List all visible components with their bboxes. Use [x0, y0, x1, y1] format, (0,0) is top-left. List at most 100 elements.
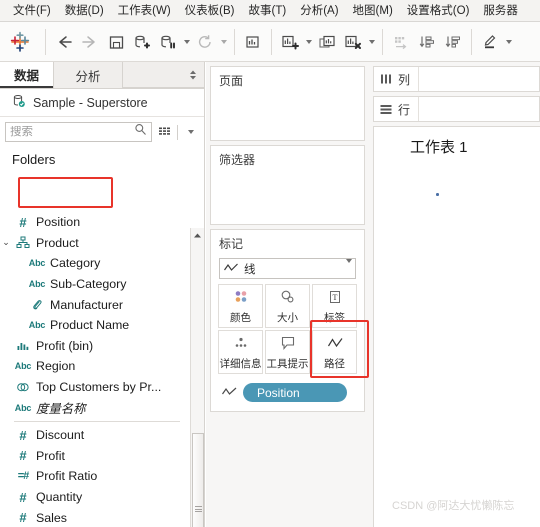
- tab-analytics[interactable]: 分析: [53, 62, 124, 88]
- line-mark-icon: [221, 384, 238, 402]
- columns-shelf[interactable]: 列: [373, 66, 540, 92]
- menu-item-map[interactable]: 地图(M): [346, 2, 400, 20]
- rows-shelf-label: 行: [398, 102, 411, 117]
- marks-button-size[interactable]: 大小: [265, 284, 310, 328]
- field-label: Region: [36, 359, 76, 374]
- marks-button-tooltip[interactable]: 工具提示: [265, 330, 310, 374]
- columns-drop-target[interactable]: [418, 67, 539, 91]
- field-item-product[interactable]: ⌄ Product: [0, 233, 190, 254]
- filters-card-title: 筛选器: [219, 153, 256, 167]
- pane-collapse-icon[interactable]: [182, 62, 204, 88]
- menu-item-file[interactable]: 文件(F): [6, 2, 58, 20]
- new-worksheet-caret-icon[interactable]: [303, 28, 314, 56]
- menu-item-analysis[interactable]: 分析(A): [293, 2, 345, 20]
- folders-label: Folders: [12, 152, 56, 167]
- bin-field-icon: [12, 340, 34, 351]
- filters-card[interactable]: 筛选器: [210, 145, 365, 225]
- worksheet-title: 工作表 1: [410, 139, 468, 156]
- field-item-profit[interactable]: # Profit: [0, 446, 190, 467]
- chevron-down-icon[interactable]: [182, 123, 199, 141]
- toolbar-divider-2: [234, 28, 235, 55]
- marks-type-label: 线: [244, 263, 256, 276]
- toolbar: [0, 22, 540, 62]
- save-icon[interactable]: [103, 28, 129, 56]
- marks-button-label[interactable]: T 标签: [312, 284, 357, 328]
- field-item-discount[interactable]: # Discount: [0, 425, 190, 446]
- tableau-logo-icon[interactable]: [0, 31, 40, 53]
- field-label: Manufacturer: [50, 297, 124, 312]
- field-list: # Position ⌄ Product Abc Category Abc Su…: [0, 212, 190, 527]
- field-item-top-customers[interactable]: Top Customers by Pr...: [0, 377, 190, 398]
- refresh-icon[interactable]: [192, 28, 218, 56]
- field-item-measure-names[interactable]: Abc 度量名称: [0, 397, 190, 418]
- arrow-left-icon[interactable]: [51, 28, 77, 56]
- data-source-name: Sample - Superstore: [33, 95, 148, 110]
- text-field-icon: Abc: [28, 279, 46, 290]
- sort-desc-icon[interactable]: [440, 28, 466, 56]
- path-icon: [325, 334, 345, 354]
- view-canvas[interactable]: 工作表 1 CSDN @阿达大忧懒陈忘: [373, 126, 540, 527]
- chevron-expanded-icon[interactable]: ⌄: [0, 237, 12, 248]
- marks-button-detail[interactable]: 详细信息: [218, 330, 263, 374]
- scroll-up-icon[interactable]: [191, 228, 204, 242]
- field-item-profit-bin[interactable]: Profit (bin): [0, 336, 190, 357]
- cards-column: 页面 筛选器 标记 线 颜色 大小 T 标签 详细信息 工具提示 路径 Posi…: [206, 62, 369, 527]
- field-item-profit-ratio[interactable]: =# Profit Ratio: [0, 466, 190, 487]
- new-worksheet-icon[interactable]: [277, 28, 303, 56]
- text-field-icon: Abc: [14, 402, 32, 413]
- scrollbar-thumb[interactable]: [192, 433, 204, 527]
- chevron-down-icon[interactable]: [346, 258, 352, 275]
- field-label: Discount: [36, 428, 85, 443]
- field-item-sales[interactable]: # Sales: [0, 507, 190, 527]
- swap-icon[interactable]: [388, 28, 414, 56]
- rows-shelf[interactable]: 行: [373, 96, 540, 122]
- data-pane-tabs: 数据 分析: [0, 62, 204, 89]
- rows-drop-target[interactable]: [418, 97, 539, 121]
- field-item-quantity[interactable]: # Quantity: [0, 487, 190, 508]
- field-item-category[interactable]: Abc Category: [0, 253, 190, 274]
- arrow-right-icon[interactable]: [77, 28, 103, 56]
- number-field-icon: #: [19, 448, 27, 464]
- menu-item-server[interactable]: 服务器: [476, 2, 525, 20]
- pages-card[interactable]: 页面: [210, 66, 365, 141]
- number-field-icon: #: [19, 510, 27, 526]
- database-pause-caret-icon[interactable]: [181, 28, 192, 56]
- database-plus-icon[interactable]: [129, 28, 155, 56]
- field-item-manufacturer[interactable]: Manufacturer: [0, 294, 190, 315]
- scrollbar-grip-icon: [194, 505, 202, 514]
- pill-position[interactable]: Position: [243, 383, 347, 402]
- marks-button-color[interactable]: 颜色: [218, 284, 263, 328]
- menu-item-story[interactable]: 故事(T): [242, 2, 294, 20]
- data-source-item[interactable]: Sample - Superstore: [0, 89, 204, 117]
- tab-data[interactable]: 数据: [0, 62, 54, 88]
- search-icon[interactable]: [134, 123, 147, 141]
- search-input-wrapper[interactable]: [5, 122, 152, 142]
- menu-item-format[interactable]: 设置格式(O): [400, 2, 477, 20]
- duplicate-sheet-icon[interactable]: [314, 28, 340, 56]
- marks-type-dropdown[interactable]: 线: [219, 258, 356, 279]
- text-field-icon: Abc: [28, 320, 46, 331]
- menu-item-worksheet[interactable]: 工作表(W): [111, 2, 178, 20]
- marks-button-path[interactable]: 路径: [312, 330, 357, 374]
- refresh-caret-icon[interactable]: [218, 28, 229, 56]
- grid-view-icon[interactable]: [156, 123, 173, 141]
- search-row-divider: [177, 124, 178, 140]
- data-mark-point: [436, 193, 439, 196]
- highlighter-icon[interactable]: [477, 28, 503, 56]
- data-pane-scrollbar[interactable]: [190, 228, 204, 527]
- database-pause-icon[interactable]: [155, 28, 181, 56]
- highlighter-caret-icon[interactable]: [503, 28, 514, 56]
- search-input[interactable]: [10, 126, 134, 138]
- sort-asc-icon[interactable]: [414, 28, 440, 56]
- field-item-product-name[interactable]: Abc Product Name: [0, 315, 190, 336]
- field-item-sub-category[interactable]: Abc Sub-Category: [0, 274, 190, 295]
- remove-sheet-icon[interactable]: [340, 28, 366, 56]
- menu-item-dashboard[interactable]: 仪表板(B): [178, 2, 242, 20]
- menu-item-data[interactable]: 数据(D): [58, 2, 111, 20]
- field-item-position[interactable]: # Position: [0, 212, 190, 233]
- field-item-region[interactable]: Abc Region: [0, 356, 190, 377]
- clear-sheet-icon[interactable]: [240, 28, 266, 56]
- marks-card-title: 标记: [219, 237, 244, 251]
- remove-sheet-caret-icon[interactable]: [366, 28, 377, 56]
- marks-pill-row: Position: [211, 378, 364, 411]
